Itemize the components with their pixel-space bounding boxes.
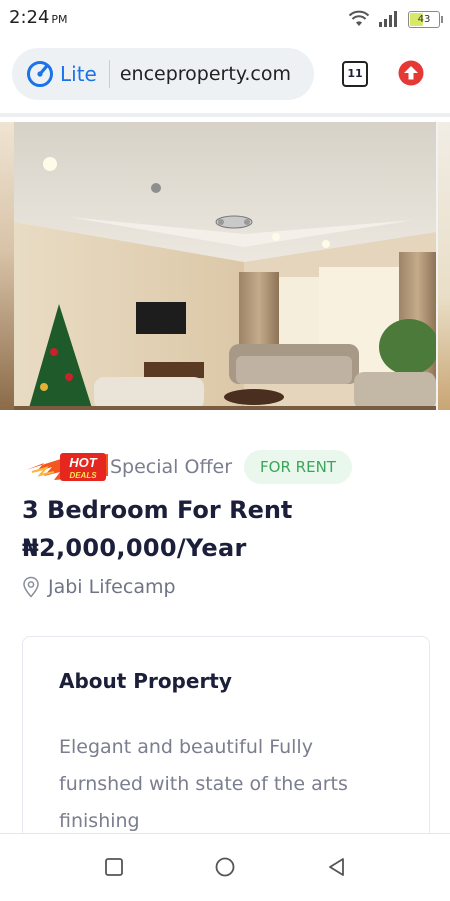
- special-offer-label: Special Offer: [110, 456, 233, 478]
- status-time: 2:24 PM: [9, 7, 68, 28]
- status-bar: 2:24 PM 43: [0, 0, 450, 36]
- home-icon[interactable]: [214, 856, 236, 878]
- address-bar[interactable]: Lite enceproperty.com: [12, 48, 314, 100]
- lite-speed-icon[interactable]: [26, 60, 54, 88]
- location-text: Jabi Lifecamp: [48, 576, 176, 598]
- system-nav-bar: [0, 833, 450, 901]
- chandelier: [215, 215, 253, 229]
- hot-deals-badge: HOT DEALS: [26, 453, 108, 481]
- url-divider: [108, 60, 110, 88]
- for-rent-tag: FOR RENT: [244, 450, 352, 484]
- signal-icon: [379, 11, 397, 27]
- listing-tags: HOT DEALS Special Offer FOR RENT: [24, 448, 352, 486]
- listing-price: ₦2,000,000/Year: [22, 534, 247, 562]
- property-photo-carousel[interactable]: [0, 122, 450, 410]
- upgrade-arrow-icon[interactable]: [398, 60, 424, 86]
- wifi-icon: [348, 10, 370, 26]
- status-icons: 43: [348, 9, 443, 29]
- about-heading: About Property: [59, 669, 232, 693]
- listing-title: 3 Bedroom For Rent: [22, 496, 293, 524]
- tabs-button[interactable]: 11: [342, 61, 368, 87]
- previous-photo-peek[interactable]: [0, 122, 14, 410]
- battery-text: 43: [417, 13, 431, 25]
- battery-icon: 43: [408, 10, 443, 28]
- listing-location: Jabi Lifecamp: [22, 574, 176, 600]
- recent-apps-icon[interactable]: [103, 856, 125, 878]
- url-text[interactable]: enceproperty.com: [120, 63, 310, 85]
- about-description: Elegant and beautiful Fully furnshed wit…: [59, 736, 348, 832]
- tab-count[interactable]: 11: [347, 67, 362, 80]
- next-photo-peek[interactable]: [438, 122, 450, 410]
- back-icon[interactable]: [326, 856, 348, 878]
- badge-text-deals: DEALS: [69, 471, 97, 480]
- lite-mode-label[interactable]: Lite: [60, 62, 97, 86]
- browser-bar: Lite enceproperty.com 11: [0, 36, 450, 114]
- clock-text: 2:24: [9, 7, 50, 28]
- clock-ampm: PM: [51, 13, 68, 26]
- property-photo[interactable]: [14, 122, 436, 410]
- location-pin-icon: [23, 576, 39, 598]
- badge-text-hot: HOT: [69, 455, 98, 470]
- browser-divider: [0, 113, 450, 117]
